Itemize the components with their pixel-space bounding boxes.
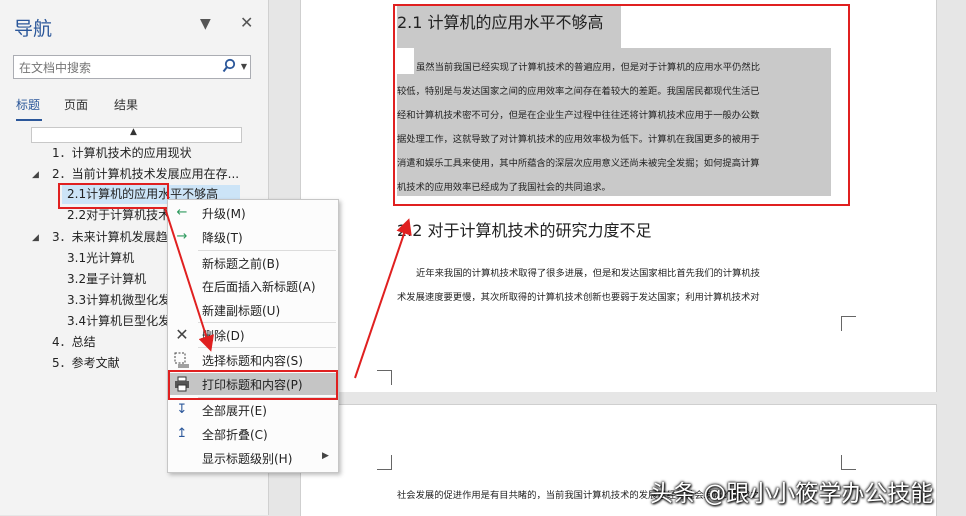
tree-item[interactable]: 3．未来计算机发展趋 [52,228,168,247]
collapse-triangle-icon[interactable]: ◢ [32,170,39,180]
search-dropdown-icon[interactable]: ▼ [241,62,247,71]
arrow-left-icon: ← [176,205,188,220]
active-tab-underline [16,119,42,121]
margin-corner-mark [377,370,392,385]
margin-corner-mark [841,316,856,331]
annotation-box-heading [58,183,169,209]
tree-item[interactable]: 4．总结 [52,333,96,352]
search-icon[interactable] [222,58,236,78]
tab-pages[interactable]: 页面 [64,96,88,113]
tree-item[interactable]: 3.1光计算机 [67,249,134,268]
menu-separator [198,250,336,251]
delete-x-icon: ✕ [175,325,189,344]
paragraph-line[interactable]: 术发展速度要更慢，其次所取得的计算机技术创新也要弱于发达国家；利用计算机技术对 [397,286,760,310]
tree-item[interactable]: 3.4计算机巨型化发 [67,312,170,331]
menu-item-promote[interactable]: ← 升级(M) [168,202,338,224]
watermark-text: 头条 @跟小小筱学办公技能 [650,481,934,507]
nav-options-dropdown-icon[interactable]: ▼ [200,16,211,32]
collapse-all-icon: ↥ [176,426,188,441]
margin-corner-mark [841,455,856,470]
expand-all-icon: ↧ [176,402,188,417]
menu-item-collapse-all[interactable]: ↥ 全部折叠(C) [168,423,338,445]
tree-item[interactable]: 5．参考文献 [52,354,120,373]
tree-item[interactable]: 1．计算机技术的应用现状 [52,144,192,163]
tab-headings[interactable]: 标题 [16,96,40,113]
search-input[interactable] [17,58,211,77]
nav-title: 导航 [14,18,53,40]
context-menu: ← 升级(M) → 降级(T) 新标题之前(B) 在后面插入新标题(A) 新建副… [167,199,339,473]
tab-results[interactable]: 结果 [114,96,138,113]
submenu-arrow-icon: ▶ [322,451,329,461]
select-content-icon [174,352,190,368]
document-heading[interactable]: 2.2 对于计算机技术的研究力度不足 [397,217,652,241]
menu-item-new-subheading[interactable]: 新建副标题(U) [168,299,338,321]
annotation-box-print [168,370,338,400]
menu-item-new-heading-before[interactable]: 新标题之前(B) [168,252,338,274]
menu-item-show-heading-levels[interactable]: 显示标题级别(H) ▶ [168,447,338,469]
margin-corner-mark [377,455,392,470]
menu-separator [198,347,336,348]
paragraph-line[interactable]: 近年来我国的计算机技术取得了很多进展，但是和发达国家相比首先我们的计算机技 [416,262,760,286]
tree-item[interactable]: 2．当前计算机技术发展应用在存... [52,165,239,184]
menu-item-select-heading-content[interactable]: 选择标题和内容(S) [168,349,338,371]
search-box[interactable]: ▼ [13,55,251,79]
tree-item[interactable]: 3.3计算机微型化发 [67,291,170,310]
menu-separator [198,322,336,323]
collapse-triangle-icon[interactable]: ◢ [32,233,39,243]
menu-item-new-heading-after[interactable]: 在后面插入新标题(A) [168,275,338,297]
tree-item[interactable]: 3.2量子计算机 [67,270,146,289]
close-icon[interactable]: ✕ [240,13,253,32]
menu-item-delete[interactable]: ✕ 删除(D) [168,324,338,346]
scroll-up-icon: ▲ [130,127,137,137]
annotation-box-content [393,4,850,206]
menu-item-demote[interactable]: → 降级(T) [168,226,338,248]
menu-item-expand-all[interactable]: ↧ 全部展开(E) [168,399,338,421]
scroll-up-button[interactable]: ▲ [31,127,242,143]
arrow-right-icon: → [176,229,188,244]
